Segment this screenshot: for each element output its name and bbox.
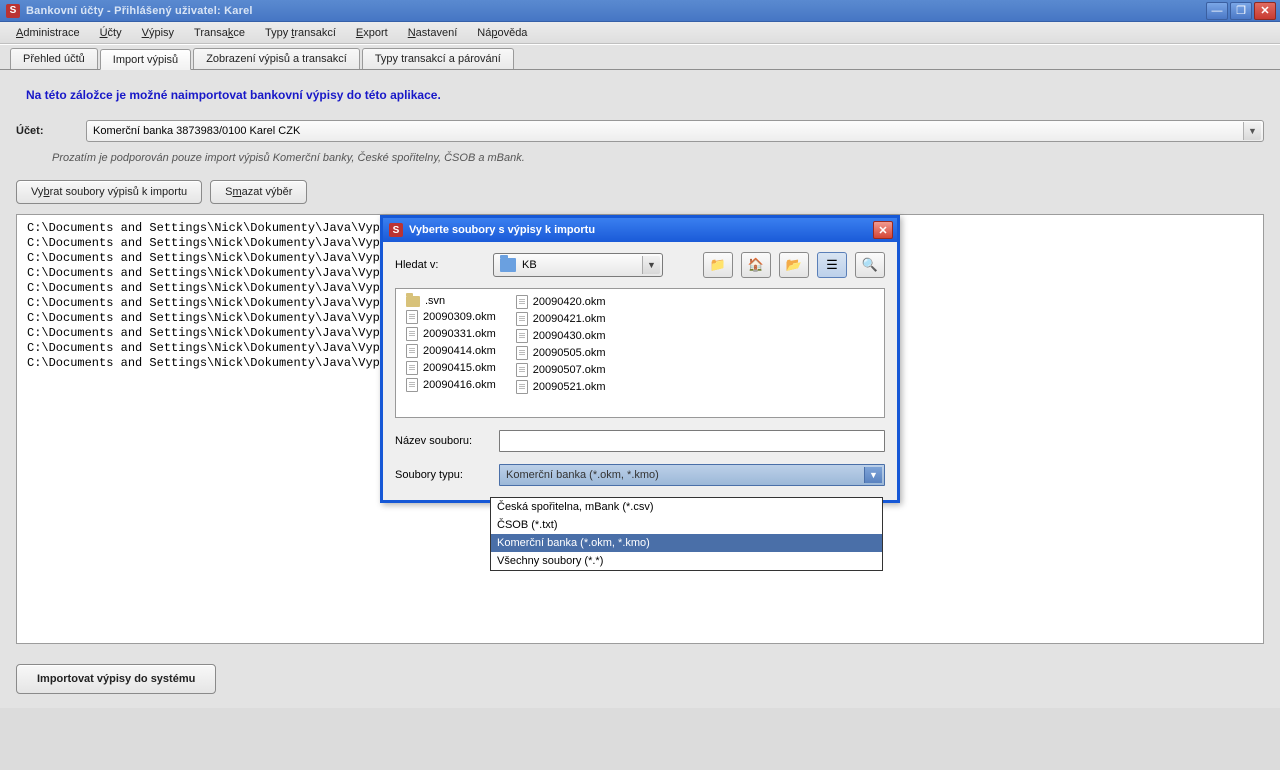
title-bar: S Bankovní účty - Přihlášený uživatel: K… <box>0 0 1280 22</box>
folder-up-button[interactable]: 📁 <box>703 252 733 278</box>
file-item[interactable]: 20090505.okm <box>516 346 606 360</box>
file-item-label: 20090331.okm <box>423 328 496 340</box>
list-view-button[interactable]: ☰ <box>817 252 847 278</box>
tab-3[interactable]: Typy transakcí a párování <box>362 48 514 69</box>
tab-2[interactable]: Zobrazení výpisů a transakcí <box>193 48 360 69</box>
menu-bar: AdministraceÚčtyVýpisyTransakceTypy tran… <box>0 22 1280 44</box>
menu-typy transakcí[interactable]: Typy transakcí <box>255 25 346 41</box>
file-item-label: 20090414.okm <box>423 345 496 357</box>
file-item-label: 20090416.okm <box>423 379 496 391</box>
chevron-down-icon: ▼ <box>864 467 882 483</box>
account-label: Účet: <box>16 125 76 137</box>
filename-label: Název souboru: <box>395 435 491 447</box>
window-title: Bankovní účty - Přihlášený uživatel: Kar… <box>26 5 253 17</box>
dialog-app-icon: S <box>389 223 403 237</box>
file-item-label: 20090415.okm <box>423 362 496 374</box>
file-item[interactable]: 20090421.okm <box>516 312 606 326</box>
file-icon <box>516 312 528 326</box>
file-item-label: 20090505.okm <box>533 347 606 359</box>
file-item-label: 20090430.okm <box>533 330 606 342</box>
supported-banks-note: Prozatím je podporován pouze import výpi… <box>52 152 1264 164</box>
import-button[interactable]: Importovat výpisy do systému <box>16 664 216 694</box>
file-item-label: 20090309.okm <box>423 311 496 323</box>
file-icon <box>516 363 528 377</box>
home-button[interactable]: 🏠 <box>741 252 771 278</box>
file-icon <box>406 344 418 358</box>
file-item[interactable]: 20090430.okm <box>516 329 606 343</box>
filetype-option[interactable]: Česká spořitelna, mBank (*.csv) <box>491 498 882 516</box>
chevron-down-icon: ▼ <box>642 256 660 274</box>
filetype-option[interactable]: Všechny soubory (*.*) <box>491 552 882 570</box>
account-combo[interactable]: Komerční banka 3873983/0100 Karel CZK ▼ <box>86 120 1264 142</box>
select-files-button[interactable]: Vybrat soubory výpisů k importu <box>16 180 202 204</box>
folder-icon <box>406 296 420 307</box>
page-heading: Na této záložce je možné naimportovat ba… <box>26 88 1264 102</box>
details-view-button[interactable]: 🔍 <box>855 252 885 278</box>
file-item[interactable]: 20090331.okm <box>406 327 496 341</box>
tab-0[interactable]: Přehled účtů <box>10 48 98 69</box>
menu-transakce[interactable]: Transakce <box>184 25 255 41</box>
dialog-title: Vyberte soubory s výpisy k importu <box>409 224 595 236</box>
file-icon <box>516 380 528 394</box>
menu-nápověda[interactable]: Nápověda <box>467 25 537 41</box>
file-item[interactable]: .svn <box>406 295 496 307</box>
file-item[interactable]: 20090416.okm <box>406 378 496 392</box>
file-icon <box>516 295 528 309</box>
menu-účty[interactable]: Účty <box>90 25 132 41</box>
maximize-button[interactable]: ❐ <box>1230 2 1252 20</box>
file-icon <box>406 310 418 324</box>
file-item-label: 20090507.okm <box>533 364 606 376</box>
filetype-combo[interactable]: Komerční banka (*.okm, *.kmo) ▼ <box>499 464 885 486</box>
filetype-label: Soubory typu: <box>395 469 491 481</box>
dialog-close-button[interactable]: ✕ <box>873 221 893 239</box>
tab-1[interactable]: Import výpisů <box>100 49 191 70</box>
file-item[interactable]: 20090414.okm <box>406 344 496 358</box>
file-item[interactable]: 20090507.okm <box>516 363 606 377</box>
lookin-combo[interactable]: KB ▼ <box>493 253 663 277</box>
lookin-value: KB <box>522 259 537 271</box>
file-item[interactable]: 20090415.okm <box>406 361 496 375</box>
dialog-title-bar: S Vyberte soubory s výpisy k importu ✕ <box>383 218 897 242</box>
tab-strip: Přehled účtůImport výpisůZobrazení výpis… <box>0 44 1280 70</box>
filetype-option[interactable]: ČSOB (*.txt) <box>491 516 882 534</box>
filetype-value: Komerční banka (*.okm, *.kmo) <box>506 469 659 481</box>
file-item[interactable]: 20090521.okm <box>516 380 606 394</box>
file-item-label: .svn <box>425 295 445 307</box>
file-item-label: 20090420.okm <box>533 296 606 308</box>
account-value: Komerční banka 3873983/0100 Karel CZK <box>93 125 300 137</box>
file-browser[interactable]: .svn 20090309.okm 20090331.okm 20090414.okm… <box>395 288 885 418</box>
app-icon: S <box>6 4 20 18</box>
file-item-label: 20090421.okm <box>533 313 606 325</box>
lookin-label: Hledat v: <box>395 259 485 271</box>
chevron-down-icon: ▼ <box>1243 122 1261 140</box>
menu-výpisy[interactable]: Výpisy <box>132 25 184 41</box>
menu-export[interactable]: Export <box>346 25 398 41</box>
file-icon <box>516 329 528 343</box>
menu-nastavení[interactable]: Nastavení <box>398 25 468 41</box>
file-icon <box>406 378 418 392</box>
folder-icon <box>500 258 516 272</box>
new-folder-button[interactable]: 📂 <box>779 252 809 278</box>
filename-input[interactable] <box>499 430 885 452</box>
clear-selection-button[interactable]: Smazat výběr <box>210 180 307 204</box>
file-item-label: 20090521.okm <box>533 381 606 393</box>
minimize-button[interactable]: — <box>1206 2 1228 20</box>
file-item[interactable]: 20090420.okm <box>516 295 606 309</box>
file-icon <box>406 327 418 341</box>
close-button[interactable]: ✕ <box>1254 2 1276 20</box>
filetype-dropdown[interactable]: Česká spořitelna, mBank (*.csv)ČSOB (*.t… <box>490 497 883 571</box>
file-icon <box>516 346 528 360</box>
file-item[interactable]: 20090309.okm <box>406 310 496 324</box>
file-chooser-dialog: S Vyberte soubory s výpisy k importu ✕ H… <box>380 215 900 503</box>
menu-administrace[interactable]: Administrace <box>6 25 90 41</box>
file-icon <box>406 361 418 375</box>
filetype-option[interactable]: Komerční banka (*.okm, *.kmo) <box>491 534 882 552</box>
